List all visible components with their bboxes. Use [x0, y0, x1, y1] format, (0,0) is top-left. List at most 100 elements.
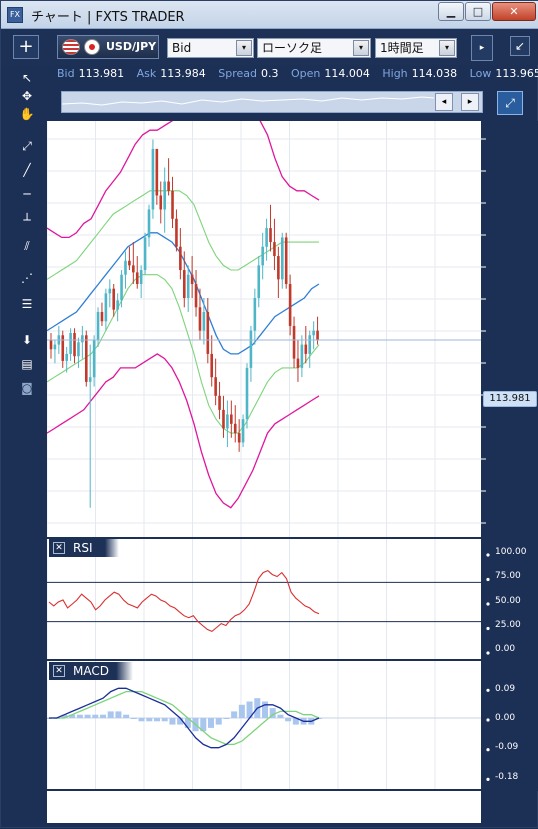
- macd-tick: -0.18: [495, 772, 519, 782]
- macd-histogram-bar: [100, 714, 106, 718]
- candle-body: [167, 181, 170, 191]
- crosshair-icon[interactable]: ✥: [17, 87, 37, 105]
- parallel-lines-icon[interactable]: ⫽: [17, 237, 37, 255]
- candle-body: [284, 237, 288, 285]
- chart-area[interactable]: ✕ RSI ✕ MACD 113.981 100.00 75.00 50.00 …: [47, 121, 538, 829]
- candle-body: [171, 190, 174, 219]
- candle-body: [96, 311, 100, 340]
- candle-body: [124, 260, 127, 275]
- line-icon[interactable]: ╱: [17, 161, 37, 179]
- navigator-left-button[interactable]: ◂: [435, 93, 453, 111]
- list-icon[interactable]: ▤: [17, 355, 37, 373]
- download-icon[interactable]: ⬇: [17, 331, 37, 349]
- macd-axis-dot: [486, 718, 490, 722]
- macd-histogram-bar: [84, 714, 91, 718]
- candle-body: [273, 242, 276, 257]
- fibonacci-retracement-icon[interactable]: ☰: [17, 295, 37, 313]
- remove-rsi-button[interactable]: ✕: [53, 542, 65, 554]
- candle-body: [257, 265, 261, 298]
- remove-macd-button[interactable]: ✕: [53, 665, 65, 677]
- close-button[interactable]: ✕: [492, 2, 536, 21]
- candle-body: [73, 332, 76, 357]
- trendline-icon[interactable]: ⤢: [17, 137, 37, 155]
- candle-body: [139, 270, 143, 285]
- vertical-line-icon[interactable]: ┴: [17, 211, 37, 229]
- chevron-down-icon: ▾: [236, 40, 252, 56]
- chart-type-value: ローソク足: [262, 41, 323, 55]
- detach-chart-button[interactable]: ↙: [510, 36, 530, 56]
- rsi-panel-bg: [47, 539, 481, 659]
- candle-body: [277, 256, 280, 280]
- charts-svg: [47, 121, 538, 823]
- fibonacci-fan-icon[interactable]: ⋰: [17, 269, 37, 287]
- candle-body: [194, 284, 198, 308]
- add-chart-button[interactable]: +: [13, 35, 39, 59]
- window-title: チャート | FXTS TRADER: [31, 10, 185, 25]
- candle-body: [198, 307, 202, 331]
- drawing-toolbar: ↖ ✥ ✋ ⤢ ╱ ─ ┴ ⫽ ⋰ ☰ ⬇ ▤ ◙: [17, 69, 39, 399]
- candle-body: [179, 246, 182, 271]
- candle-body: [151, 148, 155, 210]
- fit-chart-button[interactable]: ⤢: [497, 91, 523, 115]
- navigator-overview-line: [62, 96, 434, 106]
- bid-value: 113.981: [78, 67, 125, 80]
- chart-navigator[interactable]: [61, 91, 483, 113]
- candle-body: [61, 335, 65, 361]
- candle-body: [159, 195, 163, 210]
- candle-body: [288, 284, 292, 326]
- candle-body: [112, 288, 116, 310]
- rsi-tick: 0.00: [495, 644, 516, 654]
- rsi-tick: 50.00: [495, 596, 521, 606]
- time-axis-label: 12:00: [47, 799, 76, 810]
- hand-icon[interactable]: ✋: [17, 105, 37, 123]
- candle-body: [202, 311, 206, 331]
- candle-body: [77, 342, 80, 357]
- symbol-button[interactable]: USD/JPY: [57, 35, 159, 59]
- current-price-tag: 113.981: [483, 391, 537, 407]
- chevron-down-icon: ▾: [439, 40, 455, 56]
- macd-histogram-bar: [161, 718, 168, 722]
- title-bar[interactable]: FX チャート | FXTS TRADER ▁ □ ✕: [1, 1, 538, 29]
- rsi-tick: 25.00: [495, 620, 521, 630]
- macd-histogram-bar: [285, 718, 292, 722]
- camera-icon[interactable]: ◙: [17, 379, 37, 397]
- candle-body: [155, 148, 159, 196]
- macd-histogram-bar: [231, 711, 238, 718]
- time-axis-bg: [47, 791, 481, 823]
- macd-axis-dot: [486, 688, 490, 692]
- navigator-right-button[interactable]: ▸: [461, 93, 479, 111]
- macd-histogram-bar: [169, 718, 176, 725]
- macd-histogram-bar: [123, 714, 130, 718]
- candle-body: [190, 274, 194, 285]
- chart-type-dropdown[interactable]: ローソク足 ▾: [257, 38, 371, 58]
- open-label: Open: [290, 67, 321, 80]
- macd-panel-bg: [47, 661, 481, 789]
- period-dropdown[interactable]: 1時間足 ▾: [375, 38, 457, 58]
- bid-label: Bid: [57, 67, 75, 80]
- price-type-dropdown[interactable]: Bid ▾: [167, 38, 254, 58]
- rsi-panel-label: ✕ RSI: [49, 539, 119, 557]
- us-flag-icon: [62, 39, 80, 55]
- candle-body: [226, 414, 229, 429]
- macd-histogram-bar: [215, 718, 222, 725]
- high-value: 114.038: [411, 67, 458, 80]
- high-label: High: [382, 67, 408, 80]
- maximize-button[interactable]: □: [465, 2, 491, 21]
- candle-body: [206, 311, 210, 354]
- macd-histogram-bar: [130, 718, 137, 719]
- candle-body: [304, 344, 308, 354]
- rsi-title: RSI: [73, 541, 93, 555]
- macd-histogram-bar: [115, 711, 122, 718]
- horizontal-line-icon[interactable]: ─: [17, 185, 37, 203]
- rsi-axis-dot: [486, 626, 490, 631]
- rsi-axis-dot: [486, 553, 490, 557]
- cursor-icon[interactable]: ↖: [17, 69, 37, 87]
- candle-body: [253, 298, 257, 331]
- candle-body: [84, 335, 88, 382]
- candle-body: [186, 274, 190, 298]
- minimize-button[interactable]: ▁: [438, 2, 464, 21]
- rsi-axis-dot: [486, 577, 490, 582]
- toolbar-scroll-button[interactable]: ▸: [471, 35, 493, 61]
- symbol-label: USD/JPY: [106, 40, 157, 53]
- spread-value: 0.3: [260, 67, 279, 80]
